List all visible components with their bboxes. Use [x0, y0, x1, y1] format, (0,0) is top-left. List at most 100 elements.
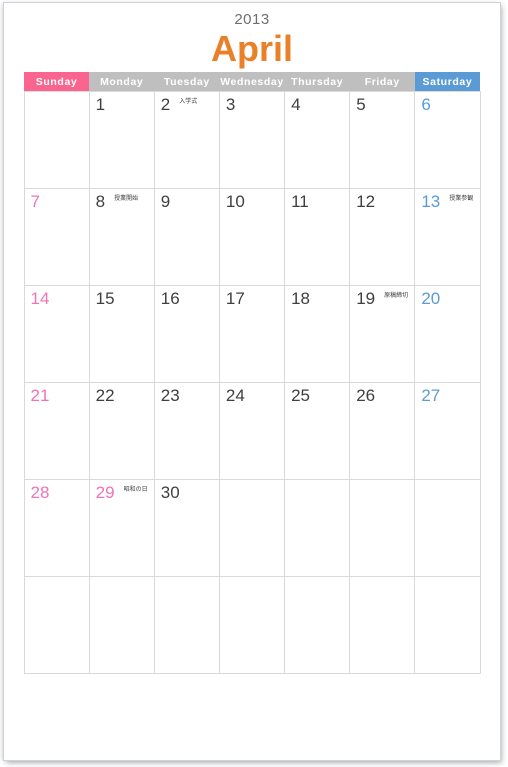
weekday-header-wednesday: Wednesday	[219, 72, 285, 92]
day-cell-content: 2 入学式	[155, 93, 218, 114]
calendar-day-cell-empty[interactable]	[218, 479, 286, 577]
day-cell-content: 9	[155, 190, 218, 211]
calendar-day-cell[interactable]: 8 授業開始	[88, 188, 155, 286]
weekday-header-tuesday: Tuesday	[154, 72, 220, 92]
day-cell-content: 6	[416, 93, 479, 114]
day-cell-content: 24	[220, 384, 283, 405]
day-number: 23	[160, 386, 180, 405]
day-cell-content: 4	[286, 93, 349, 114]
calendar-week-row: 14 15 16 17 18 19 原稿締切 20	[23, 285, 481, 383]
calendar-day-cell[interactable]: 12	[349, 188, 416, 286]
weekday-header-sunday: Sunday	[24, 72, 90, 92]
calendar-title-block: 2013 April	[4, 3, 500, 72]
day-number: 3	[225, 95, 236, 114]
day-cell-content: 30	[155, 481, 218, 502]
day-cell-content: 22	[90, 384, 153, 405]
calendar-day-cell-empty[interactable]	[349, 576, 416, 674]
calendar-day-cell[interactable]: 23	[153, 382, 220, 480]
day-number: 19	[356, 289, 376, 308]
day-number: 2	[160, 95, 171, 114]
calendar-day-cell[interactable]: 15	[88, 285, 155, 383]
day-number: 27	[421, 386, 441, 405]
calendar-day-cell-empty[interactable]	[284, 576, 351, 674]
calendar-day-cell[interactable]: 28	[23, 479, 90, 577]
day-number: 21	[30, 386, 50, 405]
day-cell-content: 27	[416, 384, 479, 405]
day-number: 26	[356, 386, 376, 405]
day-cell-content: 23	[155, 384, 218, 405]
calendar-day-cell[interactable]: 20	[414, 285, 481, 383]
day-number: 12	[356, 192, 376, 211]
day-number: 9	[160, 192, 171, 211]
calendar-day-cell[interactable]: 9	[153, 188, 220, 286]
day-cell-content: 28	[25, 481, 88, 502]
day-cell-content: 16	[155, 287, 218, 308]
calendar-day-cell[interactable]: 1	[88, 91, 155, 189]
calendar-day-cell[interactable]: 26	[349, 382, 416, 480]
day-cell-content: 17	[220, 287, 283, 308]
day-number: 15	[95, 289, 115, 308]
day-number: 16	[160, 289, 180, 308]
calendar-month-title: April	[210, 28, 293, 69]
calendar-day-cell[interactable]: 10	[218, 188, 286, 286]
day-cell-content: 11	[286, 190, 349, 211]
calendar-week-row: 21 22 23 24 25 26 27	[23, 382, 481, 480]
day-cell-content: 18	[286, 287, 349, 308]
calendar-day-cell-empty[interactable]	[349, 479, 416, 577]
day-cell-content: 19 原稿締切	[351, 287, 414, 308]
calendar-day-cell-empty[interactable]	[414, 576, 481, 674]
calendar-day-cell[interactable]: 4	[284, 91, 351, 189]
day-event-note: 授業開始	[114, 195, 139, 202]
day-cell-content: 5	[351, 93, 414, 114]
calendar-week-row	[23, 576, 481, 674]
calendar-day-cell[interactable]: 6	[414, 91, 481, 189]
calendar-day-cell-empty[interactable]	[23, 576, 90, 674]
calendar-day-cell-empty[interactable]	[414, 479, 481, 577]
day-cell-content: 13 授業参観	[416, 190, 479, 211]
calendar-day-cell[interactable]: 29 昭和の日	[88, 479, 155, 577]
day-number: 11	[291, 192, 309, 211]
day-cell-content: 21	[25, 384, 88, 405]
day-cell-content: 29 昭和の日	[90, 481, 153, 502]
calendar-day-cell[interactable]: 14	[23, 285, 90, 383]
calendar-day-cell[interactable]: 3	[218, 91, 286, 189]
weekday-header-monday: Monday	[89, 72, 155, 92]
calendar-day-cell-empty[interactable]	[88, 576, 155, 674]
calendar-year: 2013	[234, 11, 270, 28]
calendar-day-cell[interactable]: 2 入学式	[153, 91, 220, 189]
day-cell-content: 14	[25, 287, 88, 308]
calendar-day-cell[interactable]: 18	[284, 285, 351, 383]
day-number: 4	[291, 95, 301, 114]
day-event-note: 原稿締切	[384, 292, 409, 299]
calendar-day-cell-empty[interactable]	[284, 479, 351, 577]
day-number: 10	[225, 192, 245, 211]
day-event-note: 授業参観	[449, 195, 474, 202]
calendar-day-cell[interactable]: 19 原稿締切	[349, 285, 416, 383]
day-number: 14	[30, 289, 50, 308]
calendar-day-cell[interactable]: 17	[218, 285, 286, 383]
calendar-day-cell[interactable]: 5	[349, 91, 416, 189]
calendar-day-cell-empty[interactable]	[153, 576, 220, 674]
calendar-day-cell[interactable]: 7	[23, 188, 90, 286]
day-number: 22	[95, 386, 115, 405]
day-cell-content: 12	[351, 190, 414, 211]
day-number: 5	[356, 95, 366, 114]
calendar-day-cell[interactable]: 24	[218, 382, 286, 480]
calendar-day-cell-empty[interactable]	[218, 576, 286, 674]
calendar-day-cell[interactable]: 11	[284, 188, 351, 286]
day-number: 29	[95, 483, 115, 502]
calendar-day-cell[interactable]: 30	[153, 479, 220, 577]
day-cell-content: 7	[25, 190, 88, 211]
day-cell-content: 8 授業開始	[90, 190, 153, 211]
calendar-day-cell[interactable]: 13 授業参観	[414, 188, 481, 286]
day-number: 28	[30, 483, 50, 502]
calendar-day-cell[interactable]: 16	[153, 285, 220, 383]
day-number: 17	[225, 289, 245, 308]
weekday-header-friday: Friday	[349, 72, 415, 92]
calendar-day-cell-empty[interactable]	[23, 91, 90, 189]
calendar-day-cell[interactable]: 22	[88, 382, 155, 480]
calendar-day-cell[interactable]: 21	[23, 382, 90, 480]
day-number: 13	[421, 192, 441, 211]
calendar-day-cell[interactable]: 25	[284, 382, 351, 480]
calendar-day-cell[interactable]: 27	[414, 382, 481, 480]
